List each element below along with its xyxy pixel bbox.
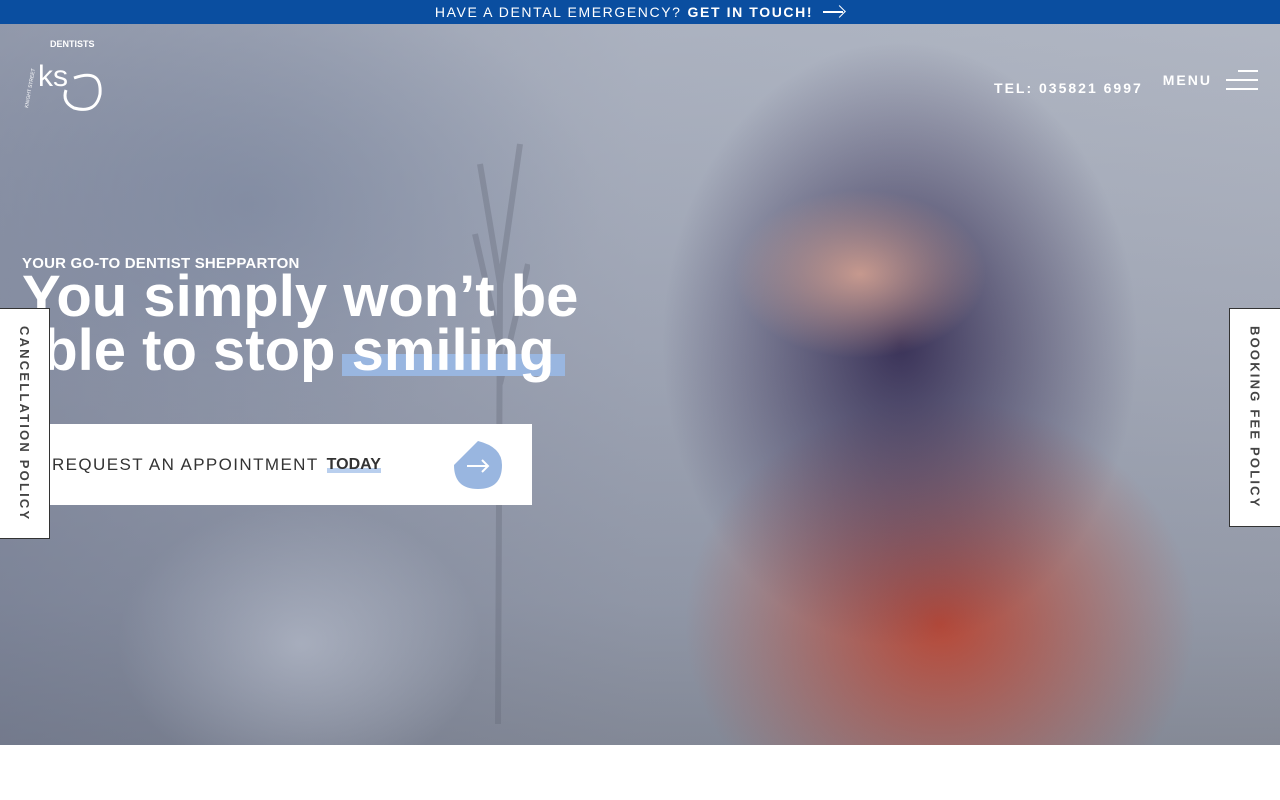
headline-highlight: smiling [341,318,565,383]
header-controls: TEL: 035821 6997 MENU [994,64,1258,96]
headline-line-2: able to stop smiling [10,318,662,383]
cancellation-policy-tab[interactable]: CANCELLATION POLICY [0,308,50,539]
svg-text:DENTISTS: DENTISTS [50,39,95,49]
hamburger-icon[interactable] [1226,70,1258,90]
arrow-right-icon [823,6,845,18]
background-tree [472,143,530,724]
request-appointment-button[interactable]: REQUEST AN APPOINTMENT TODAY [48,424,532,505]
get-in-touch-link[interactable]: GET IN TOUCH! [688,4,814,20]
phone-number[interactable]: TEL: 035821 6997 [994,80,1143,96]
svg-text:ks: ks [38,60,68,93]
ks-dentists-logo[interactable]: DENTISTS ks KNIGHT STREET [22,38,106,114]
hero-headline: You simply won’t be able to stop smiling [10,268,662,380]
cta-label: REQUEST AN APPOINTMENT [52,454,319,474]
hero-section [0,24,1280,745]
emergency-text: HAVE A DENTAL EMERGENCY? [434,4,682,20]
emergency-banner[interactable]: HAVE A DENTAL EMERGENCY? GET IN TOUCH! [0,0,1280,24]
menu-label[interactable]: MENU [1163,72,1212,88]
cancellation-policy-label: CANCELLATION POLICY [17,325,32,522]
svg-text:KNIGHT STREET: KNIGHT STREET [24,68,37,108]
cta-label-strong: TODAY [326,455,382,473]
booking-fee-policy-label: BOOKING FEE POLICY [1247,326,1263,509]
headline-line-2-text: able to stop [10,318,352,383]
booking-fee-policy-tab[interactable]: BOOKING FEE POLICY [1229,308,1280,527]
arrow-right-icon [454,441,502,489]
